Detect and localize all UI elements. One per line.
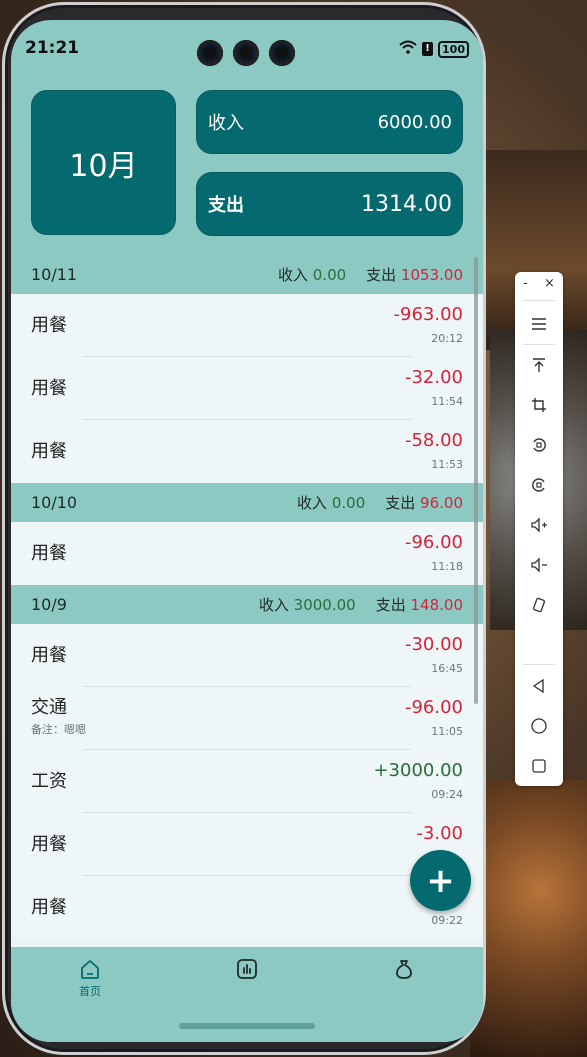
entry-time: 20:12 [431, 332, 463, 345]
day-expense: 支出 148.00 [375, 596, 463, 614]
entry-category: 交通 [31, 697, 67, 718]
day-date: 10/9 [31, 595, 67, 614]
shake-icon[interactable] [515, 590, 563, 620]
entry-amount: -32.00 [404, 367, 463, 388]
entry-category: 用餐 [31, 378, 67, 399]
pin-top-icon[interactable] [515, 350, 563, 380]
nav-home[interactable]: 首页 [60, 957, 120, 999]
back-icon[interactable] [515, 671, 563, 701]
chart-icon [237, 959, 257, 979]
entry-category: 工资 [31, 771, 67, 792]
volume-down-icon[interactable] [515, 550, 563, 580]
menu-icon[interactable] [515, 309, 563, 339]
camera-icon [269, 40, 295, 66]
home-circle-icon[interactable] [515, 711, 563, 741]
day-date: 10/11 [31, 265, 78, 284]
entry-time: 11:18 [431, 560, 463, 573]
battery-icon: 100 [438, 40, 469, 58]
minimize-icon[interactable]: - [523, 276, 528, 296]
entry-amount: -30.00 [404, 634, 463, 655]
rotate-right-icon[interactable] [515, 470, 563, 500]
bottom-nav: 首页 [11, 947, 483, 1042]
entry-category: 用餐 [31, 834, 67, 855]
app-screen: 21:21 ! 100 10月 收入 6000.00 支出 1314.00 10… [11, 20, 483, 1042]
income-summary-card: 收入 6000.00 [196, 90, 463, 154]
entry-amount: -58.00 [404, 430, 463, 451]
day-header: 10/9 收入 3000.00 支出 148.00 [11, 585, 483, 624]
rotate-left-icon[interactable] [515, 430, 563, 460]
status-time: 21:21 [25, 38, 80, 58]
day-date: 10/10 [31, 493, 78, 512]
entry-time: 11:05 [431, 725, 463, 738]
entry-time: 11:53 [431, 458, 463, 471]
nav-home-label: 首页 [79, 985, 101, 998]
entry-time: 16:45 [431, 662, 463, 675]
entry-time: 11:54 [431, 395, 463, 408]
list-item[interactable]: 用餐 -58.00 11:53 [11, 420, 483, 483]
volume-up-icon[interactable] [515, 510, 563, 540]
status-bar: 21:21 ! 100 [11, 20, 483, 76]
entry-category: 用餐 [31, 441, 67, 462]
day-header: 10/11 收入 0.00 支出 1053.00 [11, 255, 483, 294]
day-income: 收入 3000.00 [258, 596, 356, 614]
entry-time: 09:24 [431, 788, 463, 801]
entry-category: 用餐 [31, 315, 67, 336]
day-expense: 支出 96.00 [385, 494, 463, 512]
nav-stats[interactable] [217, 957, 277, 983]
wifi-icon [399, 40, 417, 58]
camera-icon [233, 40, 259, 66]
transaction-list[interactable]: 10/11 收入 0.00 支出 1053.00 用餐 -963.00 20:1… [11, 255, 483, 947]
list-item[interactable]: 用餐 -963.00 20:12 [11, 294, 483, 357]
expense-label: 支出 [208, 195, 244, 216]
nav-profile[interactable] [374, 957, 434, 983]
add-record-button[interactable]: + [410, 850, 471, 911]
month-selector[interactable]: 10月 [31, 90, 176, 235]
list-item[interactable]: 用餐 -30.00 16:45 [11, 624, 483, 687]
entry-category: 用餐 [31, 897, 67, 918]
expense-value: 1314.00 [361, 191, 452, 217]
day-expense: 支出 1053.00 [366, 266, 463, 284]
income-label: 收入 [208, 113, 244, 134]
entry-category: 用餐 [31, 543, 67, 564]
bag-icon [396, 960, 412, 979]
emulator-toolbar: - × [515, 272, 563, 786]
income-value: 6000.00 [377, 111, 452, 133]
recents-icon[interactable] [515, 751, 563, 781]
entry-amount: -96.00 [404, 532, 463, 553]
phone-frame: 21:21 ! 100 10月 收入 6000.00 支出 1314.00 10… [2, 2, 486, 1055]
entry-note: 备注：嗯嗯 [31, 723, 86, 736]
scrollbar[interactable] [474, 257, 478, 704]
camera-icon [197, 40, 223, 66]
alert-icon: ! [422, 42, 434, 56]
entry-category: 用餐 [31, 645, 67, 666]
day-income: 收入 0.00 [297, 494, 366, 512]
entry-amount: +3000.00 [373, 760, 463, 781]
list-item[interactable]: 交通 备注：嗯嗯 -96.00 11:05 [11, 687, 483, 750]
home-indicator[interactable] [179, 1023, 315, 1029]
entry-amount: -96.00 [404, 697, 463, 718]
close-icon[interactable]: × [544, 276, 555, 296]
day-income: 收入 0.00 [277, 266, 347, 284]
entry-time: 09:22 [431, 914, 463, 927]
home-icon [81, 960, 99, 979]
entry-amount: -963.00 [393, 304, 463, 325]
expense-summary-card: 支出 1314.00 [196, 172, 463, 236]
list-item[interactable]: 用餐 -96.00 11:18 [11, 522, 483, 585]
list-item[interactable]: 工资 +3000.00 09:24 [11, 750, 483, 813]
entry-amount: -3.00 [416, 823, 463, 844]
crop-icon[interactable] [515, 390, 563, 420]
list-item[interactable]: 用餐 -32.00 11:54 [11, 357, 483, 420]
day-header: 10/10 收入 0.00 支出 96.00 [11, 483, 483, 522]
